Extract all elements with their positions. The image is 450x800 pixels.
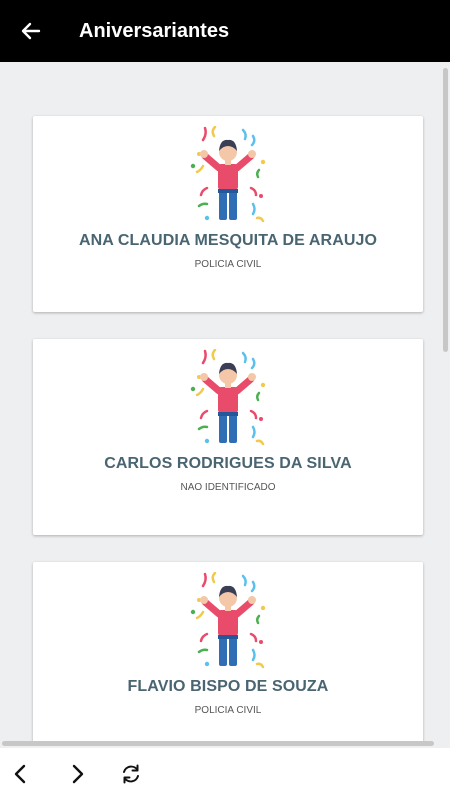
nav-back-button[interactable]: [6, 760, 34, 788]
chevron-left-icon: [14, 764, 26, 784]
vertical-scrollbar[interactable]: [442, 62, 450, 746]
birthday-list[interactable]: ANA CLAUDIA MESQUITA DE ARAUJO POLICIA C…: [0, 62, 450, 746]
page-title: Aniversariantes: [79, 19, 230, 42]
back-button[interactable]: [0, 0, 62, 62]
birthday-card[interactable]: ANA CLAUDIA MESQUITA DE ARAUJO POLICIA C…: [33, 116, 423, 312]
vertical-scrollbar-thumb[interactable]: [443, 68, 448, 352]
arrow-left-icon: [21, 22, 41, 40]
person-organization: POLICIA CIVIL: [194, 259, 262, 270]
person-organization: POLICIA CIVIL: [194, 705, 262, 716]
chevron-right-icon: [72, 764, 84, 784]
birthday-card[interactable]: CARLOS RODRIGUES DA SILVA NAO IDENTIFICA…: [33, 339, 423, 535]
celebration-person-confetti-icon: [183, 349, 273, 449]
app-bar: Aniversariantes: [0, 0, 450, 62]
person-name: CARLOS RODRIGUES DA SILVA: [104, 455, 352, 472]
horizontal-scrollbar[interactable]: [0, 740, 450, 748]
horizontal-scrollbar-thumb[interactable]: [2, 741, 434, 746]
person-organization: NAO IDENTIFICADO: [180, 482, 276, 493]
celebration-person-confetti-icon: [183, 572, 273, 672]
browser-nav-bar: [0, 748, 450, 800]
nav-forward-button[interactable]: [64, 760, 92, 788]
person-name: FLAVIO BISPO DE SOUZA: [127, 678, 329, 695]
refresh-icon: [123, 764, 139, 784]
celebration-person-confetti-icon: [183, 126, 273, 226]
birthday-card[interactable]: FLAVIO BISPO DE SOUZA POLICIA CIVIL: [33, 562, 423, 746]
person-name: ANA CLAUDIA MESQUITA DE ARAUJO: [78, 232, 378, 249]
refresh-button[interactable]: [117, 760, 145, 788]
